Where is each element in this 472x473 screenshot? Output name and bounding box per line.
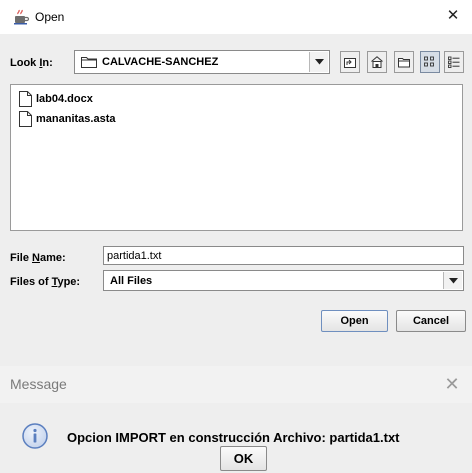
- file-name: mananitas.asta: [36, 113, 116, 125]
- look-in-label-part: n:: [42, 57, 53, 69]
- cancel-button[interactable]: Cancel: [396, 310, 466, 332]
- message-dialog-title: Message: [10, 376, 67, 392]
- file-name: lab04.docx: [36, 93, 93, 105]
- close-icon[interactable]: ✕: [442, 374, 462, 394]
- look-in-label: Look In:: [10, 57, 53, 69]
- open-dialog: Open ✕ Look In: CALVACHE-SANCHEZ lab04.d…: [0, 0, 472, 366]
- open-button[interactable]: Open: [321, 310, 388, 332]
- files-of-type-label: Files of Type:: [10, 276, 80, 288]
- info-icon: [22, 423, 48, 449]
- file-name-label-part: ame:: [39, 252, 66, 264]
- file-name-label-mnemonic: N: [32, 252, 40, 264]
- files-of-type-dropdown[interactable]: All Files: [103, 270, 464, 291]
- files-of-type-label-part: Files of: [10, 276, 52, 288]
- folder-icon: [81, 56, 97, 68]
- files-of-type-label-part: ype:: [57, 276, 81, 288]
- ok-button[interactable]: OK: [220, 446, 267, 471]
- chevron-down-icon[interactable]: [309, 52, 328, 72]
- look-in-dropdown[interactable]: CALVACHE-SANCHEZ: [74, 50, 330, 74]
- file-name-label: File Name:: [10, 252, 66, 264]
- file-name-label-part: File: [10, 252, 33, 264]
- message-text: Opcion IMPORT en construcción Archivo: p…: [67, 430, 400, 445]
- document-icon: [19, 111, 32, 127]
- message-dialog-titlebar[interactable]: Message ✕: [0, 366, 472, 403]
- details-view-button[interactable]: [444, 51, 464, 73]
- look-in-label-part: Look: [10, 57, 40, 69]
- chevron-down-icon[interactable]: [443, 272, 462, 289]
- files-of-type-value: All Files: [110, 275, 153, 287]
- up-one-level-button[interactable]: [340, 51, 360, 73]
- java-cup-icon: [14, 9, 30, 25]
- new-folder-button[interactable]: [394, 51, 414, 73]
- look-in-value: CALVACHE-SANCHEZ: [102, 56, 219, 68]
- document-icon: [19, 91, 32, 107]
- home-button[interactable]: [367, 51, 387, 73]
- close-icon[interactable]: ✕: [444, 7, 462, 25]
- open-dialog-title: Open: [35, 10, 65, 24]
- file-list[interactable]: lab04.docx mananitas.asta: [10, 84, 463, 231]
- list-view-button[interactable]: [420, 51, 440, 73]
- file-name-input[interactable]: [103, 246, 464, 265]
- open-dialog-titlebar[interactable]: Open ✕: [0, 0, 472, 34]
